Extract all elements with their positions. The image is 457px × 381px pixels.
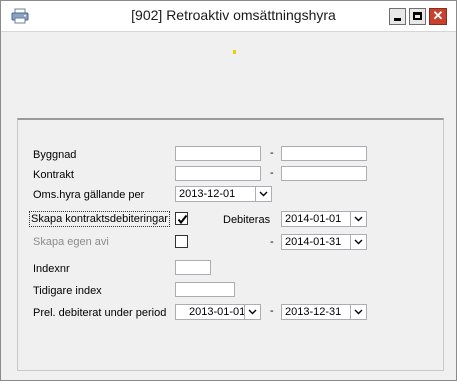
debiteras-to-combo[interactable]: 2014-01-31 <box>281 234 367 250</box>
skapa-kontrakt-label[interactable]: Skapa kontraktsdebiteringar <box>29 211 170 227</box>
kontrakt-label: Kontrakt <box>33 169 74 181</box>
maximize-button[interactable] <box>409 8 426 25</box>
chevron-down-icon[interactable] <box>350 212 366 226</box>
oms-hyra-label: Oms.hyra gällande per <box>33 189 145 201</box>
prel-debiterat-to-combo[interactable]: 2013-12-31 <box>281 304 367 320</box>
tidigare-index-input[interactable] <box>175 282 235 297</box>
prel-debiterat-from-value: 2013-01-01 <box>189 306 246 318</box>
kontrakt-dash: - <box>270 167 274 179</box>
status-dot <box>233 50 236 54</box>
checkmark-icon <box>177 214 188 225</box>
window-title: [902] Retroaktiv omsättningshyra <box>131 7 336 23</box>
chevron-down-icon[interactable] <box>350 235 366 249</box>
kontrakt-from-input[interactable] <box>175 166 261 181</box>
chevron-down-icon[interactable] <box>350 305 366 319</box>
byggnad-to-input[interactable] <box>281 146 367 161</box>
prel-debiterat-label: Prel. debiterat under period <box>33 307 167 319</box>
oms-hyra-date-combo[interactable]: 2013-12-01 <box>175 186 272 202</box>
debiteras-from-combo[interactable]: 2014-01-01 <box>281 211 367 227</box>
debiteras-from-value: 2014-01-01 <box>285 213 342 225</box>
chevron-down-icon[interactable] <box>255 187 271 201</box>
prel-debiterat-from-combo[interactable]: 2013-01-01 <box>175 304 261 320</box>
title-bar[interactable]: [902] Retroaktiv omsättningshyra ✕ <box>1 1 456 32</box>
minimize-button[interactable] <box>389 8 406 25</box>
debiteras-to-value: 2014-01-31 <box>285 236 342 248</box>
prel-debiterat-dash: - <box>270 305 274 317</box>
indexnr-input[interactable] <box>175 260 211 275</box>
tidigare-index-label: Tidigare index <box>33 285 102 297</box>
byggnad-label: Byggnad <box>33 149 77 161</box>
skapa-avi-label: Skapa egen avi <box>33 236 109 248</box>
close-icon: ✕ <box>432 8 444 23</box>
skapa-kontrakt-checkbox[interactable] <box>175 212 188 225</box>
prel-debiterat-to-value: 2013-12-31 <box>285 306 342 318</box>
oms-hyra-date-value: 2013-12-01 <box>179 188 236 200</box>
debiteras-dash: - <box>270 236 274 248</box>
window: [902] Retroaktiv omsättningshyra ✕ Byggn… <box>0 0 457 381</box>
skapa-avi-checkbox[interactable] <box>175 235 188 248</box>
close-button[interactable]: ✕ <box>429 8 447 25</box>
minimize-icon <box>394 18 401 21</box>
byggnad-dash: - <box>270 147 274 159</box>
chevron-down-icon[interactable] <box>244 305 260 319</box>
kontrakt-to-input[interactable] <box>281 166 367 181</box>
byggnad-from-input[interactable] <box>175 146 261 161</box>
debiteras-label: Debiteras <box>223 214 271 226</box>
indexnr-label: Indexnr <box>33 263 70 275</box>
maximize-icon <box>413 12 422 20</box>
